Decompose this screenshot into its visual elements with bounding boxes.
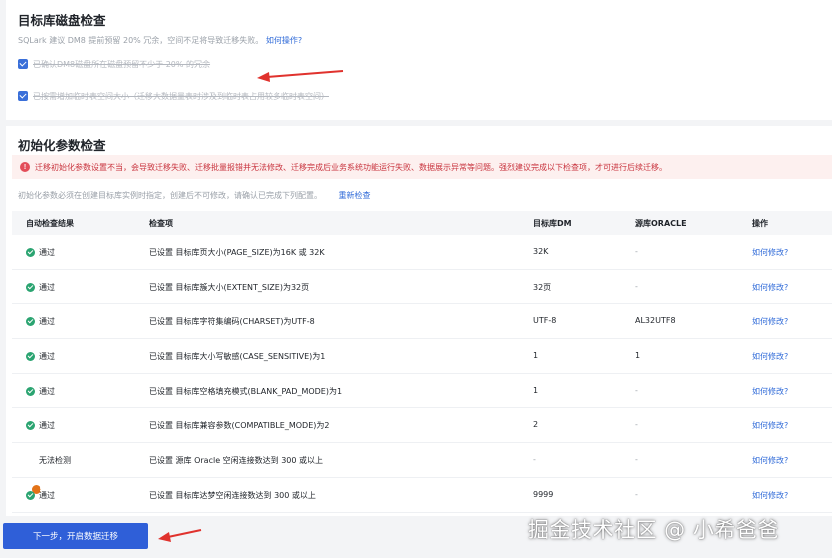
how-to-modify-link[interactable]: 如何修改?	[752, 247, 788, 258]
check-item: 已设置 目标库兼容参数(COMPATIBLE_MODE)为2	[149, 421, 330, 431]
check-circle-icon	[26, 421, 35, 431]
disk-check-hint: SQLark 建议 DM8 提前预留 20% 冗余，空间不足将导致迁移失败。 如…	[18, 35, 302, 46]
check-item: 已设置 目标库空格填充模式(BLANK_PAD_MODE)为1	[149, 386, 343, 396]
temp-tablespace-check[interactable]: 已按需增加临时表空间大小（迁移大数据量表时涉及到临时表占用较多临时表空间）	[18, 89, 329, 103]
disk-check-card: 目标库磁盘检查 SQLark 建议 DM8 提前预留 20% 冗余，空间不足将导…	[6, 0, 832, 120]
check-circle-icon	[26, 352, 35, 362]
source-value: -	[635, 420, 638, 430]
check-item: 已设置 目标库大小写敏感(CASE_SENSITIVE)为1	[149, 352, 326, 362]
table-row: 通过 已设置 目标库字符集编码(CHARSET)为UTF-8 UTF-8 AL3…	[12, 304, 832, 340]
col-action: 操作	[752, 219, 768, 228]
source-value: -	[635, 385, 638, 395]
annotation-arrow-icon	[158, 529, 202, 542]
target-value: 1	[533, 385, 539, 395]
status-badge: 通过	[26, 351, 55, 362]
how-to-modify-link[interactable]: 如何修改?	[752, 420, 788, 431]
target-value: 32K	[533, 247, 549, 256]
check-item: 已设置 目标库簇大小(EXTENT_SIZE)为32页	[149, 282, 310, 292]
disk-check-hint-text: SQLark 建议 DM8 提前预留 20% 冗余，空间不足将导致迁移失败。	[18, 36, 264, 45]
source-value: 1	[635, 351, 641, 361]
annotation-arrow-icon	[257, 70, 344, 82]
table-row: 通过 已设置 目标库大小写敏感(CASE_SENSITIVE)为1 1 1 如何…	[12, 339, 832, 374]
status-badge: 通过	[26, 420, 55, 431]
target-value: 1	[533, 351, 539, 361]
source-value: -	[635, 455, 638, 465]
source-value: -	[635, 489, 638, 499]
check-circle-icon	[26, 490, 35, 500]
disk-check-title: 目标库磁盘检查	[18, 13, 106, 28]
param-check-title: 初始化参数检查	[18, 138, 106, 153]
source-value: -	[635, 281, 638, 291]
status-badge: ! 无法检测	[26, 455, 71, 495]
check-item: 已设置 源库 Oracle 空闲连接数达到 300 或以上	[149, 456, 324, 466]
disk-redundancy-check[interactable]: 已确认DM8磁盘所在磁盘预留不少于 20% 的冗余	[18, 57, 210, 71]
table-row: 通过 已设置 目标库空格填充模式(BLANK_PAD_MODE)为1 1 - 如…	[12, 374, 832, 409]
next-start-migration-button[interactable]: 下一步，开启数据迁移	[3, 523, 148, 549]
target-value: 9999	[533, 489, 554, 499]
target-value: 2	[533, 420, 539, 430]
check-item: 已设置 目标库字符集编码(CHARSET)为UTF-8	[149, 317, 315, 327]
watermark: 掘金技术社区 @ 小希爸爸	[528, 518, 779, 542]
param-check-hint: 初始化参数必须在创建目标库实例时指定，创建后不可修改，请确认已完成下列配置。 重…	[18, 190, 371, 201]
source-value: AL32UTF8	[635, 316, 676, 326]
how-to-modify-link[interactable]: 如何修改?	[752, 386, 788, 397]
status-badge: 通过	[26, 386, 55, 397]
disk-redundancy-label: 已确认DM8磁盘所在磁盘预留不少于 20% 的冗余	[33, 59, 211, 69]
warning-text: 迁移初始化参数设置不当，会导致迁移失败、迁移批量报错并无法修改、迁移完成后业务系…	[35, 162, 667, 172]
check-item: 已设置 目标库页大小(PAGE_SIZE)为16K 或 32K	[149, 248, 325, 257]
how-to-modify-link[interactable]: 如何修改?	[752, 316, 788, 327]
how-to-link[interactable]: 如何操作?	[266, 36, 302, 45]
status-badge: 通过	[26, 316, 55, 327]
table-header: 自动检查结果 检查项 目标库DM 源库ORACLE 操作	[12, 211, 832, 235]
check-item: 已设置 目标库达梦空闲连接数达到 300 或以上	[149, 490, 316, 500]
check-circle-icon	[26, 317, 35, 327]
target-value: 32页	[533, 282, 552, 292]
temp-tablespace-label: 已按需增加临时表空间大小（迁移大数据量表时涉及到临时表占用较多临时表空间）	[33, 91, 329, 101]
col-check-item: 检查项	[149, 219, 173, 228]
param-check-card: 初始化参数检查 ! 迁移初始化参数设置不当，会导致迁移失败、迁移批量报错并无法修…	[6, 126, 832, 516]
table-row: 通过 已设置 目标库页大小(PAGE_SIZE)为16K 或 32K 32K -…	[12, 235, 832, 270]
col-check-result: 自动检查结果	[26, 219, 74, 228]
status-badge: 通过	[26, 247, 55, 258]
how-to-modify-link[interactable]: 如何修改?	[752, 351, 788, 362]
recheck-link[interactable]: 重新检查	[339, 191, 371, 200]
checkbox-checked-icon[interactable]	[18, 91, 28, 101]
table-row: 通过 已设置 目标库达梦空闲连接数达到 300 或以上 9999 - 如何修改?	[12, 478, 832, 513]
warning-banner: ! 迁移初始化参数设置不当，会导致迁移失败、迁移批量报错并无法修改、迁移完成后业…	[12, 155, 832, 179]
table-row: ! 无法检测 已设置 源库 Oracle 空闲连接数达到 300 或以上 - - …	[12, 443, 832, 495]
table-row: 通过 已设置 目标库簇大小(EXTENT_SIZE)为32页 32页 - 如何修…	[12, 270, 832, 305]
col-target-dm: 目标库DM	[533, 219, 572, 228]
target-value: UTF-8	[533, 316, 557, 326]
param-hint-text: 初始化参数必须在创建目标库实例时指定，创建后不可修改，请确认已完成下列配置。	[18, 191, 322, 200]
how-to-modify-link[interactable]: 如何修改?	[752, 455, 788, 466]
target-value: -	[533, 455, 536, 465]
check-circle-icon	[26, 282, 35, 292]
col-source-oracle: 源库ORACLE	[635, 219, 687, 228]
error-icon: !	[20, 162, 30, 172]
check-circle-icon	[26, 386, 35, 396]
check-table-body: 通过 已设置 目标库页大小(PAGE_SIZE)为16K 或 32K 32K -…	[12, 235, 832, 513]
how-to-modify-link[interactable]: 如何修改?	[752, 282, 788, 293]
table-row: 通过 已设置 目标库兼容参数(COMPATIBLE_MODE)为2 2 - 如何…	[12, 408, 832, 444]
status-badge: 通过	[26, 490, 55, 501]
how-to-modify-link[interactable]: 如何修改?	[752, 490, 788, 501]
source-value: -	[635, 247, 638, 256]
checkbox-checked-icon[interactable]	[18, 59, 28, 69]
check-circle-icon	[26, 248, 35, 257]
status-badge: 通过	[26, 282, 55, 293]
